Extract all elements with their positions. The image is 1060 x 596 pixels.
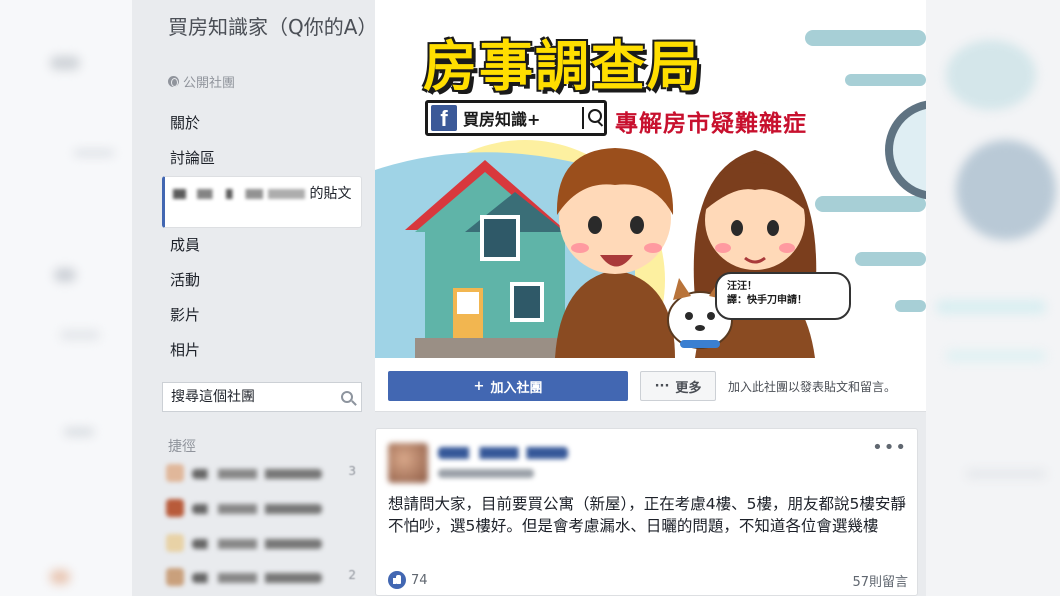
post-timestamp-redacted[interactable] <box>438 469 534 478</box>
group-cover-photo[interactable]: 房事調查局 f 買房知識+ 專解房市疑難雜症 汪汪！ 譯：快手刀申請！ <box>375 0 926 358</box>
post-options-icon[interactable]: ••• <box>872 439 907 457</box>
join-group-label: 加入社團 <box>490 380 543 396</box>
more-label: 更多 <box>675 380 702 396</box>
shortcut-thumbnail <box>166 568 184 586</box>
blurred-right-margin <box>926 0 1060 596</box>
nav-item-videos[interactable]: 影片 <box>162 298 362 333</box>
magnifier-icon <box>582 107 604 129</box>
speech-bubble-line1: 汪汪！ <box>727 281 757 292</box>
blurred-left-margin <box>0 0 132 596</box>
shortcut-name-redacted <box>192 504 322 514</box>
group-title[interactable]: 買房知識家（Q你的A） <box>168 14 377 40</box>
join-hint-text: 加入此社團以發表貼文和留言。 <box>728 380 897 394</box>
post-engagement-bar: 74 57則留言 <box>388 569 908 591</box>
shortcut-count: 3 <box>348 464 356 478</box>
shortcut-item[interactable]: 3 <box>166 462 356 484</box>
like-icon[interactable] <box>388 571 406 589</box>
shortcut-name-redacted <box>192 573 322 583</box>
group-action-bar: + 加入社團 ··· 更多 加入此社團以發表貼文和留言。 <box>375 358 926 412</box>
search-icon[interactable] <box>341 391 353 403</box>
group-search-input[interactable] <box>171 389 331 405</box>
speech-bubble-line2: 譯：快手刀申請！ <box>727 295 807 306</box>
shortcut-item[interactable] <box>166 532 356 554</box>
cover-subtitle: 專解房市疑難雜症 <box>615 111 807 137</box>
nav-item-about[interactable]: 關於 <box>162 106 362 141</box>
nav-item-photos[interactable]: 相片 <box>162 333 362 368</box>
redacted-member-name <box>173 189 305 199</box>
shortcuts-title: 捷徑 <box>168 439 196 455</box>
like-count[interactable]: 74 <box>411 573 428 588</box>
group-page: 買房知識家（Q你的A） 公開社團 關於 討論區 的貼文 成員 活動 影片 相片 … <box>132 0 926 596</box>
cover-fb-search-text: 買房知識+ <box>463 110 541 129</box>
cover-fb-search-bar: f 買房知識+ <box>425 100 607 136</box>
shortcut-thumbnail <box>166 534 184 552</box>
author-name-redacted[interactable] <box>438 447 568 459</box>
group-nav: 關於 討論區 的貼文 成員 活動 影片 相片 <box>162 106 362 368</box>
shortcut-name-redacted <box>192 469 322 479</box>
comment-count[interactable]: 57則留言 <box>852 571 908 590</box>
more-button[interactable]: ··· 更多 <box>640 371 716 401</box>
privacy-label: 公開社團 <box>168 72 235 91</box>
shortcut-item[interactable]: 2 <box>166 566 356 588</box>
nav-item-member-posts[interactable]: 的貼文 <box>162 176 362 228</box>
shortcut-item[interactable] <box>166 497 356 519</box>
shortcut-thumbnail <box>166 464 184 482</box>
shortcut-name-redacted <box>192 539 322 549</box>
nav-item-events[interactable]: 活動 <box>162 263 362 298</box>
group-post: ••• 想請問大家，目前要買公寓（新屋），正在考慮4樓、5樓，朋友都說5樓安靜不… <box>375 428 918 596</box>
nav-item-member-posts-label: 的貼文 <box>309 186 352 202</box>
nav-item-members[interactable]: 成員 <box>162 228 362 263</box>
speech-bubble: 汪汪！ 譯：快手刀申請！ <box>715 272 851 320</box>
author-avatar[interactable] <box>388 443 428 483</box>
privacy-text: 公開社團 <box>183 76 236 91</box>
group-search-box[interactable] <box>162 382 362 412</box>
join-group-button[interactable]: + 加入社團 <box>388 371 628 401</box>
shortcut-thumbnail <box>166 499 184 517</box>
nav-item-discussion[interactable]: 討論區 <box>162 141 362 176</box>
plus-icon: + <box>473 378 485 394</box>
globe-icon <box>168 76 179 87</box>
more-dots-icon: ··· <box>654 378 670 394</box>
facebook-logo-icon: f <box>431 105 457 131</box>
shortcut-count: 2 <box>348 568 356 582</box>
group-sidebar: 買房知識家（Q你的A） 公開社團 關於 討論區 的貼文 成員 活動 影片 相片 … <box>132 0 377 596</box>
cover-title: 房事調查局 <box>423 35 703 98</box>
post-body-text: 想請問大家，目前要買公寓（新屋），正在考慮4樓、5樓，朋友都說5樓安靜不怕吵，選… <box>388 495 906 535</box>
